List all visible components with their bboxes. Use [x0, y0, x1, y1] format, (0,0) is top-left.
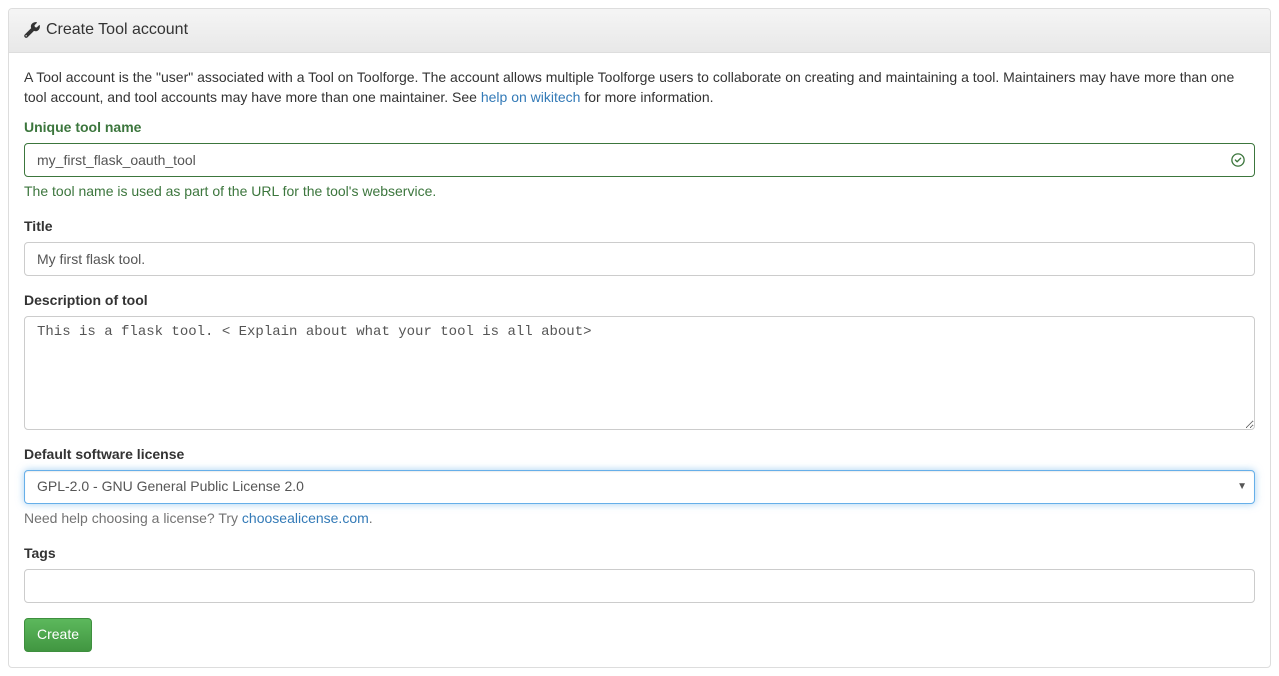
title-label: Title	[24, 217, 53, 237]
create-button[interactable]: Create	[24, 618, 92, 652]
tool-name-group: Unique tool name The tool name is used a…	[24, 118, 1255, 202]
tags-label: Tags	[24, 544, 56, 564]
panel-heading: Create Tool account	[9, 9, 1270, 53]
choosealicense-link[interactable]: choosealicense.com	[242, 510, 369, 526]
license-help-after: .	[369, 510, 373, 526]
help-wikitech-link[interactable]: help on wikitech	[481, 89, 581, 105]
intro-text-after: for more information.	[584, 89, 713, 105]
license-select-wrap: GPL-2.0 - GNU General Public License 2.0…	[24, 470, 1255, 504]
license-group: Default software license GPL-2.0 - GNU G…	[24, 445, 1255, 529]
tags-group: Tags	[24, 544, 1255, 603]
license-label: Default software license	[24, 445, 184, 465]
description-label: Description of tool	[24, 291, 148, 311]
title-group: Title	[24, 217, 1255, 276]
panel-body: A Tool account is the "user" associated …	[9, 53, 1270, 667]
description-textarea[interactable]: This is a flask tool. < Explain about wh…	[24, 316, 1255, 430]
license-help: Need help choosing a license? Try choose…	[24, 509, 1255, 529]
intro-paragraph: A Tool account is the "user" associated …	[24, 68, 1255, 108]
tool-name-label: Unique tool name	[24, 118, 141, 138]
license-select[interactable]: GPL-2.0 - GNU General Public License 2.0	[24, 470, 1255, 504]
description-group: Description of tool This is a flask tool…	[24, 291, 1255, 430]
tool-name-input-wrap	[24, 143, 1255, 177]
tool-name-help: The tool name is used as part of the URL…	[24, 182, 1255, 202]
title-input[interactable]	[24, 242, 1255, 276]
license-help-before: Need help choosing a license? Try	[24, 510, 242, 526]
tags-input[interactable]	[24, 569, 1255, 603]
panel-title: Create Tool account	[46, 19, 188, 42]
create-tool-panel: Create Tool account A Tool account is th…	[8, 8, 1271, 668]
tool-name-input[interactable]	[24, 143, 1255, 177]
wrench-icon	[24, 22, 40, 38]
